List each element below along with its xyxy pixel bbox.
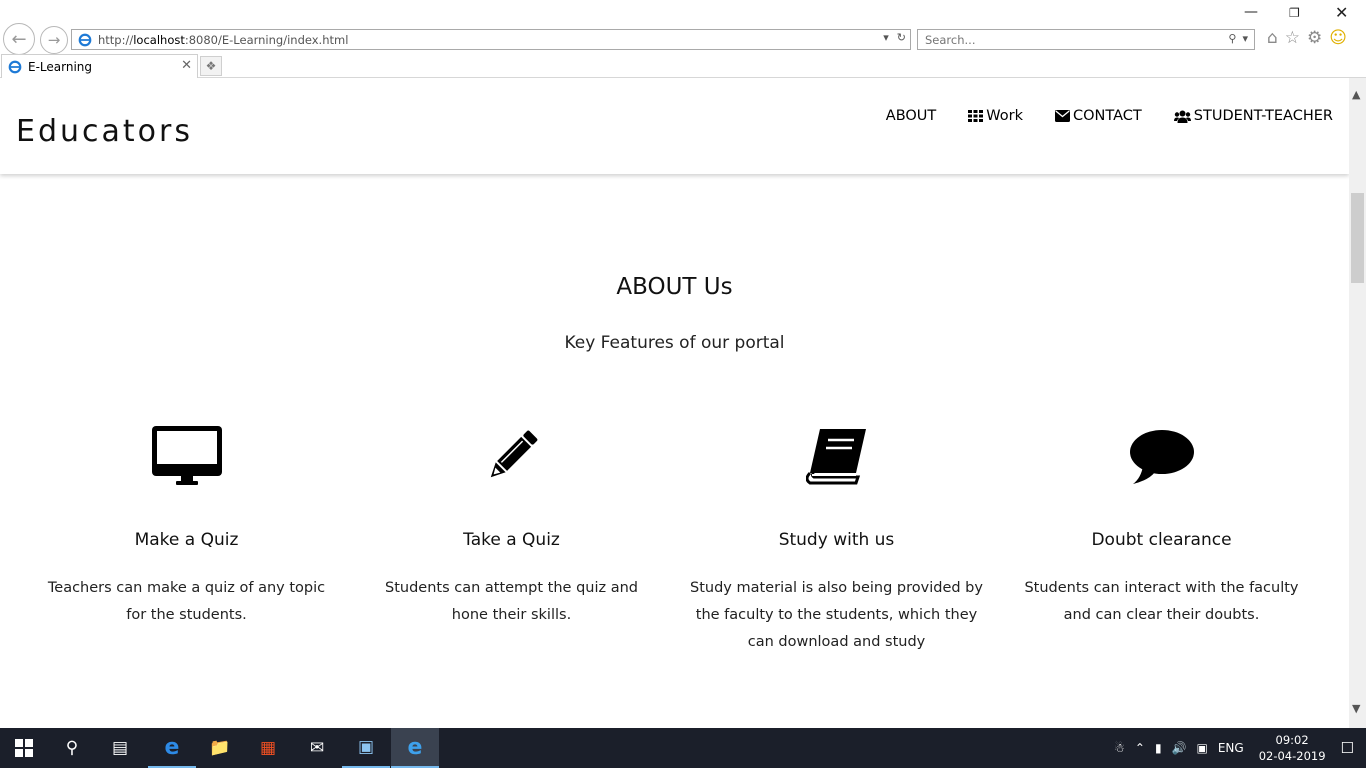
search-taskbar-button[interactable]: ⚲: [48, 728, 96, 768]
book-icon: [674, 424, 999, 488]
nav-about[interactable]: ABOUT: [886, 108, 937, 124]
ie-icon: e: [407, 734, 423, 760]
feature-description: Students can attempt the quiz and hone t…: [384, 580, 639, 623]
nav-student-teacher[interactable]: STUDENT-TEACHER: [1173, 108, 1333, 124]
nav-about-label: ABOUT: [885, 108, 937, 124]
site-header: Educators ABOUT Work CONTACT STUDENT-TEA…: [0, 78, 1349, 174]
windows-logo-icon: [15, 739, 33, 757]
address-bar[interactable]: http://localhost:8080/E-Learning/index.h…: [71, 29, 911, 50]
store-button[interactable]: ▦: [244, 728, 292, 768]
desktop-icon: [24, 424, 349, 488]
scroll-down-icon[interactable]: ▼: [1352, 702, 1360, 715]
internet-explorer-taskbar-button[interactable]: e: [391, 728, 439, 768]
search-icon: ⚲: [65, 738, 79, 758]
new-tab-icon: ❖: [205, 59, 217, 73]
feature-title: Study with us: [778, 530, 895, 550]
task-view-button[interactable]: ▤: [96, 728, 144, 768]
feature-card: Make a Quiz Teachers can make a quiz of …: [24, 424, 349, 629]
feature-title: Make a Quiz: [134, 530, 239, 550]
file-explorer-button[interactable]: 📁: [196, 728, 244, 768]
ie-favicon-icon: [8, 60, 22, 73]
dropdown-arrow-icon[interactable]: ▾: [883, 31, 889, 44]
favorites-star-icon[interactable]: ☆: [1285, 28, 1300, 48]
arrow-left-icon: ←: [11, 28, 27, 50]
cube-icon: ▣: [357, 737, 375, 757]
chevron-up-icon[interactable]: ⌃: [1135, 741, 1145, 755]
action-center-icon[interactable]: ☐: [1341, 739, 1354, 757]
about-subtitle: Key Features of our portal: [564, 333, 785, 353]
feature-description: Students can interact with the faculty a…: [1024, 580, 1299, 623]
clock-date: 02-04-2019: [1258, 749, 1326, 763]
new-tab-button[interactable]: ❖: [200, 56, 222, 76]
edge-icon: e: [164, 734, 180, 760]
volume-icon[interactable]: 🔊: [1172, 741, 1187, 755]
tab-close-icon[interactable]: ✕: [181, 58, 192, 73]
feature-description: Study material is also being provided by…: [690, 580, 983, 650]
browser-toolbar: ← → http://localhost:8080/E-Learning/ind…: [0, 0, 1366, 55]
nav-contact-label: CONTACT: [1073, 108, 1142, 124]
home-icon[interactable]: ⌂: [1267, 28, 1278, 48]
about-title: ABOUT Us: [616, 274, 733, 300]
app-taskbar-button[interactable]: ▣: [342, 728, 390, 768]
nav-work[interactable]: Work: [968, 108, 1023, 124]
vertical-scrollbar[interactable]: ▲ ▼: [1349, 78, 1366, 728]
close-window-button[interactable]: ✕: [1335, 3, 1348, 22]
store-icon: ▦: [259, 738, 277, 758]
main-nav: ABOUT Work CONTACT STUDENT-TEACHER: [886, 108, 1333, 124]
mail-button[interactable]: ✉: [293, 728, 341, 768]
refresh-icon[interactable]: ↻: [897, 31, 906, 44]
restore-button[interactable]: ❐: [1289, 6, 1300, 20]
task-view-icon: ▤: [111, 738, 129, 758]
minimize-button[interactable]: —: [1244, 4, 1258, 20]
people-icon[interactable]: ☃: [1114, 741, 1125, 755]
feature-card: Doubt clearance Students can interact wi…: [999, 424, 1324, 629]
page-viewport: Educators ABOUT Work CONTACT STUDENT-TEA…: [0, 78, 1366, 728]
feature-title: Take a Quiz: [463, 530, 560, 550]
feature-description: Teachers can make a quiz of any topic fo…: [47, 580, 326, 623]
search-dropdown-icon[interactable]: ▾: [1242, 32, 1248, 45]
scroll-up-icon[interactable]: ▲: [1352, 88, 1360, 101]
nav-student-teacher-label: STUDENT-TEACHER: [1193, 108, 1333, 124]
arrow-right-icon: →: [47, 31, 61, 49]
battery-icon[interactable]: ▮: [1155, 741, 1162, 755]
feedback-smiley-icon[interactable]: ☺: [1329, 28, 1347, 48]
mail-icon: ✉: [309, 738, 325, 758]
tab-e-learning[interactable]: E-Learning ✕: [1, 54, 198, 78]
nav-contact[interactable]: CONTACT: [1055, 108, 1142, 124]
forward-button[interactable]: →: [40, 26, 68, 54]
folder-icon: 📁: [209, 738, 231, 758]
feature-card: Take a Quiz Students can attempt the qui…: [349, 424, 674, 629]
start-button[interactable]: [0, 728, 48, 768]
back-button[interactable]: ←: [3, 23, 35, 55]
clock[interactable]: 09:02 02-04-2019: [1259, 732, 1326, 764]
windows-taskbar: ⚲ ▤ e 📁 ▦ ✉ ▣ e ☃ ⌃ ▮ 🔊 ▣ ENG 09:02 02-0…: [0, 728, 1366, 768]
nav-work-label: Work: [986, 108, 1023, 124]
edge-taskbar-button[interactable]: e: [148, 728, 196, 768]
envelope-icon: [1055, 110, 1070, 122]
brand-logo[interactable]: Educators: [16, 114, 193, 149]
search-box[interactable]: ⚲ ▾: [917, 29, 1255, 50]
gear-icon[interactable]: ⚙: [1307, 28, 1322, 48]
network-icon[interactable]: ▣: [1197, 741, 1208, 755]
feature-card: Study with us Study material is also bei…: [674, 424, 999, 656]
th-grid-icon: [968, 110, 984, 122]
feature-title: Doubt clearance: [1091, 530, 1232, 550]
tab-title: E-Learning: [28, 59, 93, 74]
ie-favicon-icon: [78, 33, 92, 46]
scroll-thumb[interactable]: [1351, 193, 1364, 283]
comment-icon: [999, 424, 1324, 488]
search-input[interactable]: [925, 33, 1205, 47]
system-tray: ☃ ⌃ ▮ 🔊 ▣ ENG 09:02 02-04-2019 ☐: [1109, 728, 1366, 768]
pencil-icon: [349, 424, 674, 488]
language-indicator[interactable]: ENG: [1218, 741, 1244, 755]
url-host: localhost: [133, 32, 185, 47]
clock-time: 09:02: [1275, 733, 1309, 747]
tab-row: E-Learning ✕ ❖: [0, 54, 1366, 78]
url-path: :8080/E-Learning/index.html: [184, 32, 349, 47]
users-icon: [1173, 110, 1191, 123]
url-prefix: http://: [98, 32, 134, 47]
search-icon[interactable]: ⚲: [1228, 32, 1236, 45]
